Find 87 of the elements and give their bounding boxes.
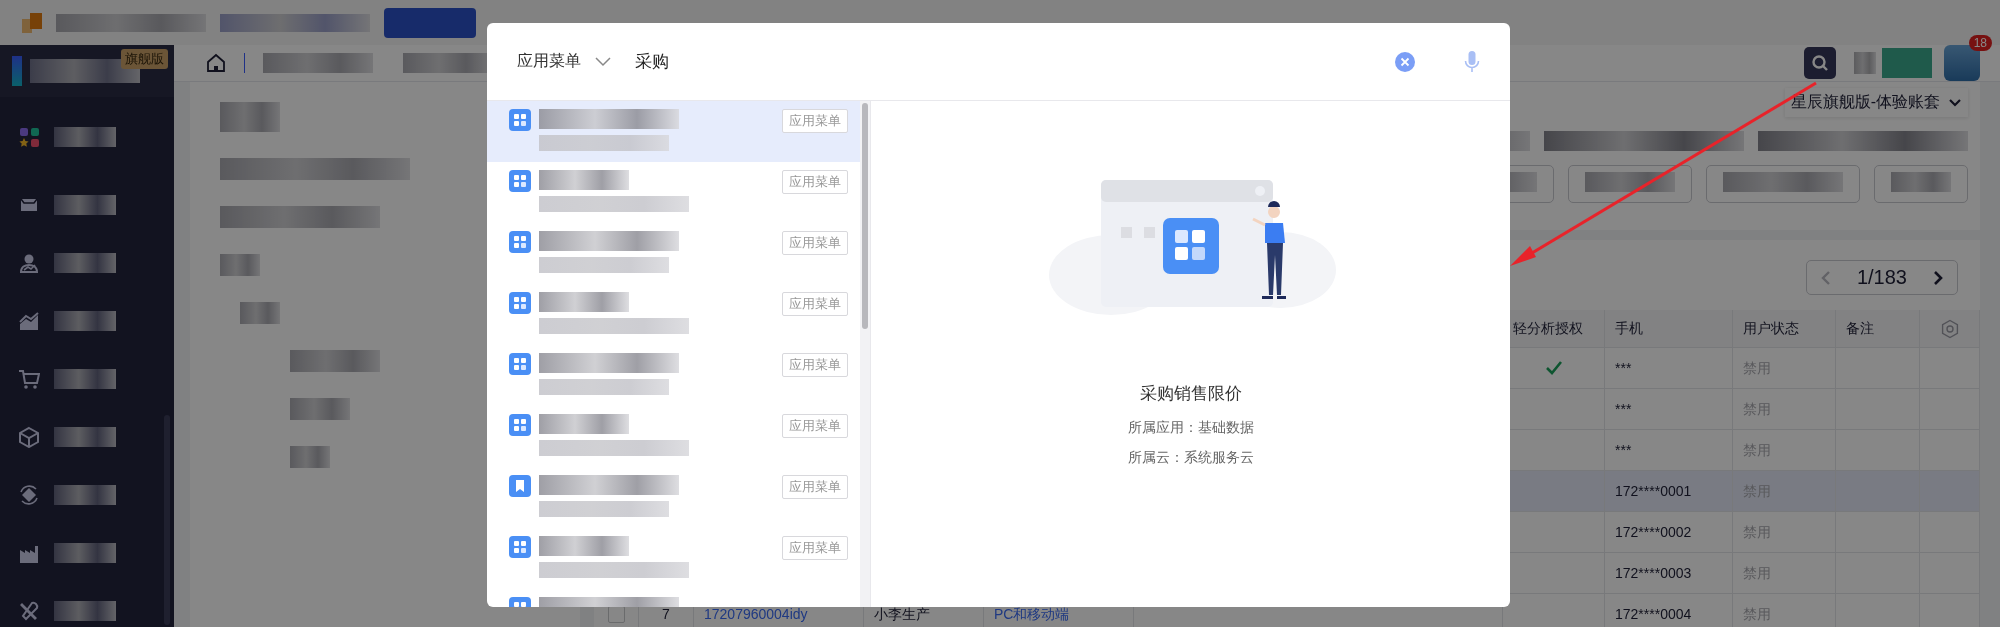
next-page-icon[interactable] bbox=[1933, 269, 1943, 286]
cloud-info: 所属云：系统服务云 bbox=[1127, 449, 1254, 467]
redacted-text bbox=[54, 127, 116, 147]
blurred-status bbox=[1882, 48, 1932, 78]
search-icon bbox=[1811, 54, 1829, 72]
redacted-text bbox=[54, 427, 116, 447]
box-icon[interactable] bbox=[18, 426, 40, 448]
apps-icon[interactable] bbox=[18, 126, 40, 148]
clear-icon[interactable] bbox=[1394, 50, 1416, 73]
category-tag: 应用菜单 bbox=[782, 536, 848, 560]
scope-dropdown[interactable]: 应用菜单 bbox=[517, 51, 611, 72]
search-field[interactable]: 采购 bbox=[635, 46, 1394, 77]
redacted-text bbox=[240, 302, 280, 324]
redacted-text bbox=[290, 398, 350, 420]
grid-icon bbox=[509, 536, 531, 558]
client-link[interactable]: PC和移动端 bbox=[994, 607, 1070, 621]
bookmark-icon bbox=[509, 475, 531, 497]
category-tag: 应用菜单 bbox=[782, 475, 848, 499]
redacted-text bbox=[54, 485, 116, 505]
table-cell: 172****0001 bbox=[1615, 484, 1692, 498]
search-button[interactable] bbox=[1804, 47, 1836, 79]
category-tag: 应用菜单 bbox=[782, 353, 848, 377]
redacted-text bbox=[1891, 172, 1951, 192]
blurred-button[interactable] bbox=[1874, 165, 1968, 203]
grid-icon bbox=[509, 231, 531, 253]
redacted-text bbox=[54, 543, 116, 563]
column-header[interactable]: 用户状态 bbox=[1733, 310, 1836, 347]
row-number: 7 bbox=[662, 607, 670, 621]
blurred-button[interactable] bbox=[1568, 165, 1692, 203]
redacted-text bbox=[220, 254, 260, 276]
result-item[interactable]: 应用菜单 bbox=[487, 345, 860, 406]
category-tag: 应用菜单 bbox=[782, 231, 848, 255]
table-cell: 172****0004 bbox=[1615, 607, 1692, 621]
avatar[interactable] bbox=[1944, 45, 1980, 81]
redacted-text bbox=[1854, 52, 1876, 74]
person-chart-icon[interactable] bbox=[18, 252, 40, 274]
redacted-text bbox=[290, 446, 330, 468]
account-link[interactable]: 17207960004idy bbox=[704, 607, 808, 621]
redacted-text bbox=[54, 195, 116, 215]
redacted-text bbox=[220, 102, 280, 132]
redacted-text bbox=[54, 369, 116, 389]
table-cell: 172****0002 bbox=[1615, 525, 1692, 539]
result-item[interactable]: 应用菜单 bbox=[487, 528, 860, 589]
cycle-icon[interactable] bbox=[18, 484, 40, 506]
category-tag: 应用菜单 bbox=[782, 170, 848, 194]
chevron-down-icon bbox=[1948, 97, 1962, 108]
logo-icon bbox=[22, 10, 42, 35]
grid-icon bbox=[509, 170, 531, 192]
column-header[interactable]: 备注 bbox=[1836, 310, 1920, 347]
table-cell: *** bbox=[1615, 402, 1632, 416]
category-tag: 应用菜单 bbox=[782, 414, 848, 438]
grid-icon bbox=[509, 109, 531, 131]
result-title: 采购销售限价 bbox=[1139, 383, 1242, 405]
result-item[interactable]: 应用菜单 bbox=[487, 406, 860, 467]
redacted-text bbox=[54, 601, 116, 621]
pagination[interactable]: 1/183 bbox=[1805, 260, 1958, 295]
blurred-button[interactable] bbox=[1706, 165, 1860, 203]
redacted-text bbox=[54, 311, 116, 331]
trend-icon[interactable] bbox=[18, 310, 40, 332]
category-tag: 应用菜单 bbox=[782, 109, 848, 133]
result-item[interactable]: 应用菜单 bbox=[487, 162, 860, 223]
app-info: 所属应用：基础数据 bbox=[1127, 419, 1254, 437]
blurred-button[interactable] bbox=[384, 7, 476, 38]
microphone-icon[interactable] bbox=[1464, 49, 1480, 74]
cart-icon[interactable] bbox=[18, 368, 40, 390]
result-item[interactable]: 应用菜单 bbox=[487, 223, 860, 284]
table-cell: 172****0003 bbox=[1615, 566, 1692, 580]
result-item[interactable]: 应用菜单 bbox=[487, 284, 860, 345]
edition-badge: 旗舰版 bbox=[121, 49, 168, 69]
table-cell: *** bbox=[1615, 443, 1632, 457]
result-item[interactable]: 应用菜单 bbox=[487, 467, 860, 528]
result-item[interactable]: 应用菜单 bbox=[487, 101, 860, 162]
grid-icon bbox=[509, 353, 531, 375]
column-header[interactable]: 手机 bbox=[1605, 310, 1733, 347]
redacted-text bbox=[54, 253, 116, 273]
table-cell: 小李生产 bbox=[874, 607, 930, 621]
category-tag: 应用菜单 bbox=[782, 292, 848, 316]
settings-icon[interactable] bbox=[1939, 318, 1960, 339]
table-cell: *** bbox=[1615, 361, 1632, 375]
tools-icon[interactable] bbox=[18, 600, 40, 622]
caret-icon bbox=[595, 56, 611, 67]
grid-icon bbox=[509, 292, 531, 314]
page-indicator: 1/183 bbox=[1856, 266, 1907, 289]
scrollbar[interactable] bbox=[860, 101, 870, 607]
logo-icon bbox=[12, 56, 22, 86]
grid-icon bbox=[509, 414, 531, 436]
home-icon[interactable] bbox=[206, 53, 226, 73]
